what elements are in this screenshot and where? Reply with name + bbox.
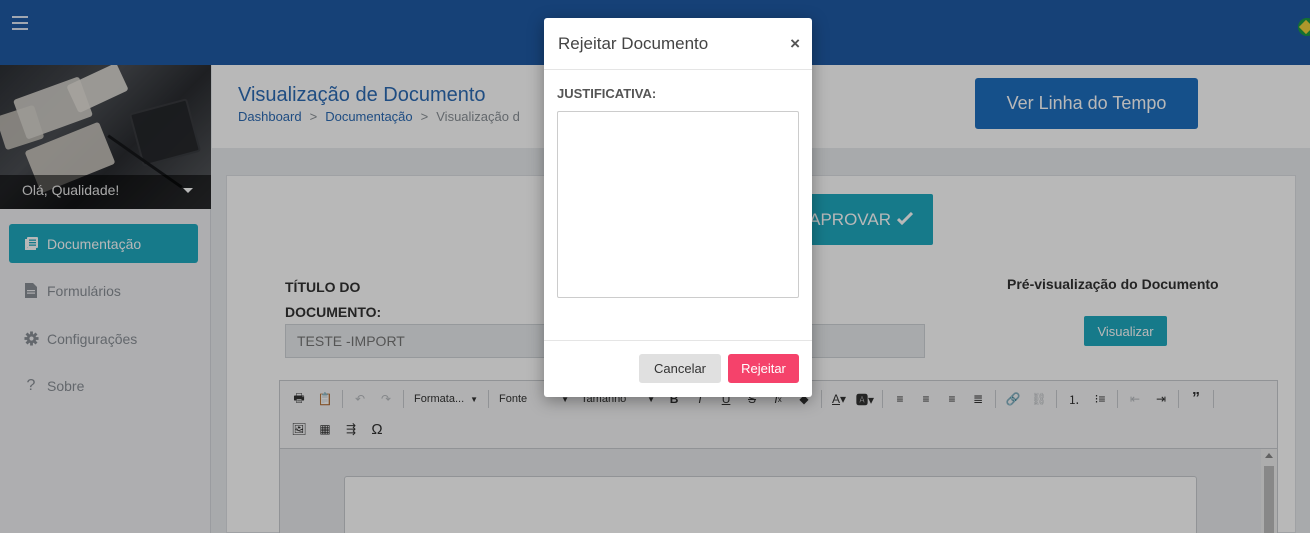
justification-textarea[interactable] xyxy=(557,111,799,298)
cancel-button[interactable]: Cancelar xyxy=(639,354,721,383)
reject-button[interactable]: Rejeitar xyxy=(728,354,799,383)
justification-label: JUSTIFICATIVA: xyxy=(557,86,657,101)
modal-title: Rejeitar Documento xyxy=(558,34,709,53)
reject-document-modal: Rejeitar Documento × JUSTIFICATIVA: Canc… xyxy=(544,18,812,397)
modal-footer: Cancelar Rejeitar xyxy=(544,340,812,397)
modal-header: Rejeitar Documento × xyxy=(544,18,812,70)
close-icon[interactable]: × xyxy=(790,34,800,54)
